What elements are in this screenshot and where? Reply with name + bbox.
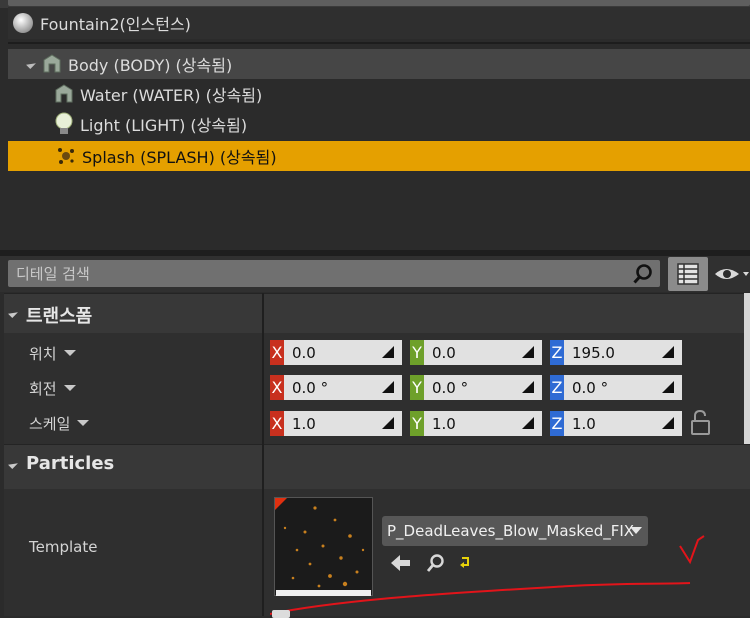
drag-handle-icon[interactable] [662, 381, 674, 393]
rotation-y-field[interactable]: Y 0.0 ° [410, 375, 542, 400]
tree-item-label: Body (BODY) (상속됨) [68, 56, 233, 75]
property-matrix-button[interactable] [668, 257, 708, 291]
scale-z-input[interactable]: 1.0 [564, 411, 682, 436]
axis-z-tag: Z [550, 340, 564, 365]
rotation-z-field[interactable]: Z 0.0 ° [550, 375, 682, 400]
location-y-field[interactable]: Y 0.0 [410, 340, 542, 365]
drag-handle-icon[interactable] [522, 381, 534, 393]
unlock-icon[interactable] [690, 410, 712, 436]
scrollbar[interactable] [744, 293, 750, 444]
light-bulb-icon [55, 112, 73, 134]
scale-x-input[interactable]: 1.0 [284, 411, 402, 436]
transform-section-header[interactable]: 트랜스폼 [4, 293, 750, 333]
eye-icon [715, 269, 749, 279]
actor-label: Fountain2(인스턴스) [40, 15, 191, 34]
collapse-arrow-icon [8, 459, 18, 469]
tree-item-body[interactable]: Body (BODY) (상속됨) [8, 49, 750, 79]
scale-y-input[interactable]: 1.0 [424, 411, 542, 436]
axis-x-tag: X [270, 340, 284, 365]
tree-item-actor[interactable]: Fountain2(인스턴스) [8, 7, 750, 39]
drag-handle-icon[interactable] [382, 381, 394, 393]
scale-x-field[interactable]: X 1.0 [270, 411, 402, 436]
grid-list-icon [677, 263, 699, 285]
location-label[interactable]: 위치 [29, 342, 76, 364]
template-label: Template [29, 538, 98, 556]
drag-handle-icon[interactable] [662, 346, 674, 358]
drag-handle-icon[interactable] [382, 346, 394, 358]
details-search-box [8, 260, 660, 287]
scale-z-field[interactable]: Z 1.0 [550, 411, 682, 436]
tree-item-light[interactable]: Light (LIGHT) (상속됨) [8, 109, 750, 139]
sphere-icon [13, 13, 33, 33]
drag-handle-icon[interactable] [382, 417, 394, 429]
rotation-y-input[interactable]: 0.0 ° [424, 375, 542, 400]
details-search-input[interactable] [8, 260, 644, 287]
location-z-field[interactable]: Z 195.0 [550, 340, 682, 365]
collapse-arrow-icon [8, 308, 18, 318]
axis-y-tag: Y [410, 375, 424, 400]
drag-handle-icon[interactable] [522, 346, 534, 358]
location-y-input[interactable]: 0.0 [424, 340, 542, 365]
red-annotation-mark [270, 535, 705, 615]
tree-empty-area [0, 172, 750, 254]
axis-y-tag: Y [410, 340, 424, 365]
section-title: Particles [26, 453, 115, 474]
checkbox-partial[interactable] [272, 610, 290, 618]
chevron-down-icon[interactable] [63, 385, 76, 391]
tree-separator [8, 42, 750, 44]
tree-item-label: Light (LIGHT) (상속됨) [80, 116, 248, 135]
column-splitter[interactable] [262, 489, 264, 616]
tree-item-label: Splash (SPLASH) (상속됨) [82, 148, 277, 167]
expand-arrow-icon[interactable] [26, 59, 36, 69]
axis-x-tag: X [270, 375, 284, 400]
scale-label[interactable]: 스케일 [29, 412, 90, 434]
view-options-button[interactable] [712, 262, 750, 286]
rotation-x-input[interactable]: 0.0 ° [284, 375, 402, 400]
axis-z-tag: Z [550, 375, 564, 400]
rotation-z-input[interactable]: 0.0 ° [564, 375, 682, 400]
rotation-label[interactable]: 회전 [29, 377, 76, 399]
axis-x-tag: X [270, 411, 284, 436]
particles-section-header[interactable]: Particles [4, 444, 750, 489]
axis-y-tag: Y [410, 411, 424, 436]
tree-item-splash-selected[interactable]: Splash (SPLASH) (상속됨) [8, 141, 750, 171]
column-splitter[interactable] [262, 444, 264, 489]
static-mesh-icon [43, 54, 61, 73]
chevron-down-icon[interactable] [77, 420, 90, 426]
location-z-input[interactable]: 195.0 [564, 340, 682, 365]
section-title: 트랜스폼 [26, 306, 93, 327]
static-mesh-icon [55, 84, 73, 103]
particle-system-icon [58, 148, 74, 164]
column-splitter[interactable] [262, 333, 264, 444]
axis-z-tag: Z [550, 411, 564, 436]
chevron-down-icon[interactable] [63, 350, 76, 356]
scale-y-field[interactable]: Y 1.0 [410, 411, 542, 436]
outliner-search-field-edge[interactable] [8, 0, 750, 6]
drag-handle-icon[interactable] [522, 417, 534, 429]
rotation-x-field[interactable]: X 0.0 ° [270, 375, 402, 400]
search-icon[interactable] [632, 263, 654, 285]
location-x-field[interactable]: X 0.0 [270, 340, 402, 365]
tree-item-water[interactable]: Water (WATER) (상속됨) [8, 79, 750, 109]
tree-item-label: Water (WATER) (상속됨) [80, 86, 263, 105]
drag-handle-icon[interactable] [662, 417, 674, 429]
location-x-input[interactable]: 0.0 [284, 340, 402, 365]
